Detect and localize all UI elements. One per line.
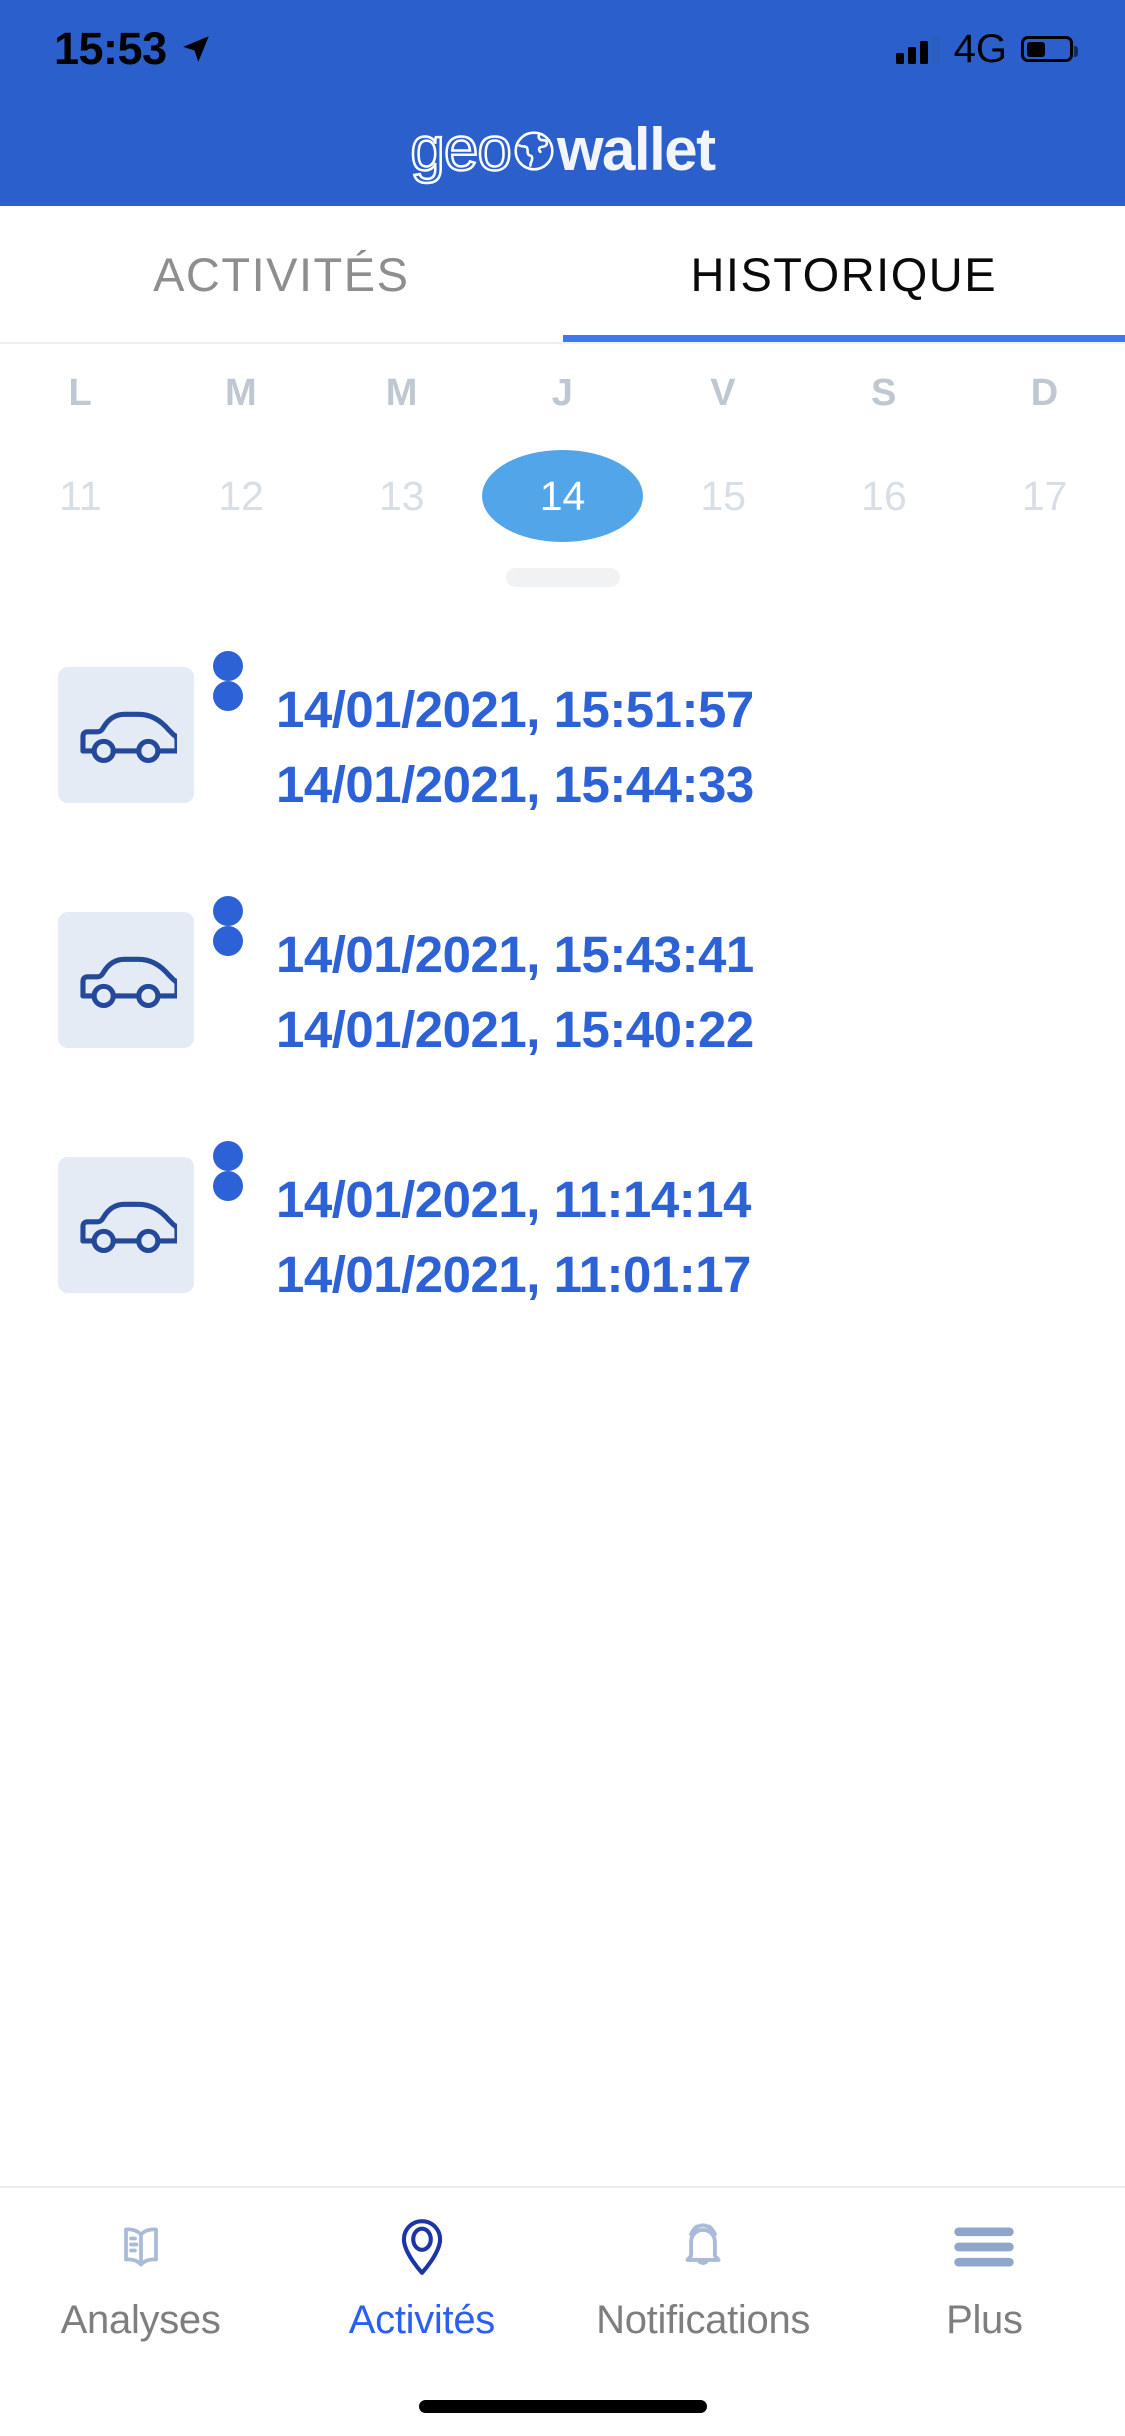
trip-list: 14/01/2021, 15:51:57 14/01/2021, 15:44:3… bbox=[0, 587, 1125, 2186]
cellular-bars-icon bbox=[895, 34, 940, 64]
calendar-date-17[interactable]: 17 bbox=[964, 450, 1125, 542]
car-icon bbox=[80, 711, 177, 764]
nav-item-plus[interactable]: Plus bbox=[844, 2210, 1125, 2343]
globe-icon bbox=[514, 131, 554, 171]
timeline-dot-start bbox=[213, 651, 243, 681]
nav-item-analyses[interactable]: Analyses bbox=[0, 2210, 281, 2343]
logo-text-wallet: wallet bbox=[556, 116, 716, 183]
trip-vehicle-thumbnail bbox=[58, 912, 194, 1048]
car-icon bbox=[80, 956, 177, 1009]
trip-item[interactable]: 14/01/2021, 15:51:57 14/01/2021, 15:44:3… bbox=[0, 649, 1125, 894]
trip-end-time: 14/01/2021, 11:14:14 bbox=[276, 1171, 751, 1228]
status-bar: 15:53 4G bbox=[0, 0, 1125, 98]
book-icon bbox=[123, 2227, 158, 2267]
trip-times: 14/01/2021, 15:43:41 14/01/2021, 15:40:2… bbox=[262, 894, 754, 1058]
trip-timeline bbox=[194, 649, 262, 711]
calendar-date-14-selected[interactable]: 14 bbox=[482, 450, 643, 542]
nav-item-activites[interactable]: Activités bbox=[281, 2210, 562, 2343]
day-label: V bbox=[710, 372, 737, 414]
clock-time: 15:53 bbox=[54, 23, 167, 74]
tab-activites[interactable]: ACTIVITÉS bbox=[0, 206, 563, 342]
timeline-dot-start bbox=[213, 1141, 243, 1171]
status-bar-left: 15:53 bbox=[54, 23, 213, 75]
trip-timeline bbox=[194, 1139, 262, 1201]
network-type: 4G bbox=[953, 26, 1007, 71]
calendar-date-13[interactable]: 13 bbox=[321, 450, 482, 542]
nav-label-notifications: Notifications bbox=[596, 2298, 811, 2342]
car-icon bbox=[80, 1201, 177, 1254]
day-label: S bbox=[871, 372, 897, 414]
status-bar-right: 4G bbox=[895, 26, 1078, 72]
nav-label-analyses: Analyses bbox=[60, 2298, 221, 2342]
day-label: D bbox=[1030, 372, 1059, 414]
trip-times: 14/01/2021, 15:51:57 14/01/2021, 15:44:3… bbox=[262, 649, 754, 813]
app-logo: geo wallet bbox=[409, 115, 716, 185]
trip-end-time: 14/01/2021, 15:43:41 bbox=[276, 926, 754, 983]
day-label: L bbox=[68, 372, 93, 414]
logo-text-geo: geo bbox=[409, 115, 513, 184]
trip-item[interactable]: 14/01/2021, 15:43:41 14/01/2021, 15:40:2… bbox=[0, 894, 1125, 1139]
tab-historique[interactable]: HISTORIQUE bbox=[563, 206, 1125, 342]
trip-timeline bbox=[194, 894, 262, 956]
day-label: J bbox=[551, 372, 574, 414]
calendar-date-15[interactable]: 15 bbox=[643, 450, 804, 542]
trip-start-time: 14/01/2021, 11:01:17 bbox=[276, 1246, 751, 1304]
tab-bar: ACTIVITÉS HISTORIQUE bbox=[0, 206, 1125, 344]
calendar-day-labels: L M M J V S D bbox=[0, 372, 1125, 428]
trip-start-time: 14/01/2021, 15:44:33 bbox=[276, 756, 754, 814]
nav-label-plus: Plus bbox=[946, 2298, 1023, 2342]
trip-item[interactable]: 14/01/2021, 11:14:14 14/01/2021, 11:01:1… bbox=[0, 1139, 1125, 1384]
location-arrow-icon bbox=[182, 36, 209, 62]
app-header: geo wallet bbox=[0, 98, 1125, 206]
bottom-navigation: Analyses Activités Notifications Plus bbox=[0, 2186, 1125, 2376]
timeline-dot-end bbox=[213, 1171, 243, 1201]
timeline-dot-start bbox=[213, 896, 243, 926]
day-label: M bbox=[225, 372, 258, 414]
nav-label-activites: Activités bbox=[348, 2298, 496, 2342]
calendar-date-16[interactable]: 16 bbox=[804, 450, 965, 542]
day-label: M bbox=[385, 372, 418, 414]
timeline-dot-end bbox=[213, 681, 243, 711]
trip-vehicle-thumbnail bbox=[58, 667, 194, 803]
app-screen: 15:53 4G geo wallet ACTIVITÉS HISTORIQUE bbox=[0, 0, 1125, 2436]
bell-icon bbox=[685, 2223, 721, 2265]
trip-times: 14/01/2021, 11:14:14 14/01/2021, 11:01:1… bbox=[262, 1139, 751, 1303]
trip-vehicle-thumbnail bbox=[58, 1157, 194, 1293]
calendar-strip: L M M J V S D 11 12 13 14 15 16 17 bbox=[0, 344, 1125, 587]
hamburger-menu-icon bbox=[954, 2227, 1015, 2267]
calendar-drag-handle[interactable] bbox=[505, 568, 620, 587]
location-pin-icon bbox=[401, 2219, 443, 2275]
calendar-date-11[interactable]: 11 bbox=[0, 450, 161, 542]
nav-item-notifications[interactable]: Notifications bbox=[563, 2210, 844, 2343]
home-indicator[interactable] bbox=[418, 2399, 707, 2413]
trip-start-time: 14/01/2021, 15:40:22 bbox=[276, 1001, 754, 1059]
tab-active-indicator bbox=[562, 335, 1125, 342]
trip-end-time: 14/01/2021, 15:51:57 bbox=[276, 681, 754, 738]
battery-icon bbox=[1021, 36, 1078, 62]
timeline-dot-end bbox=[213, 926, 243, 956]
calendar-date-12[interactable]: 12 bbox=[161, 450, 322, 542]
calendar-dates: 11 12 13 14 15 16 17 bbox=[0, 450, 1125, 542]
